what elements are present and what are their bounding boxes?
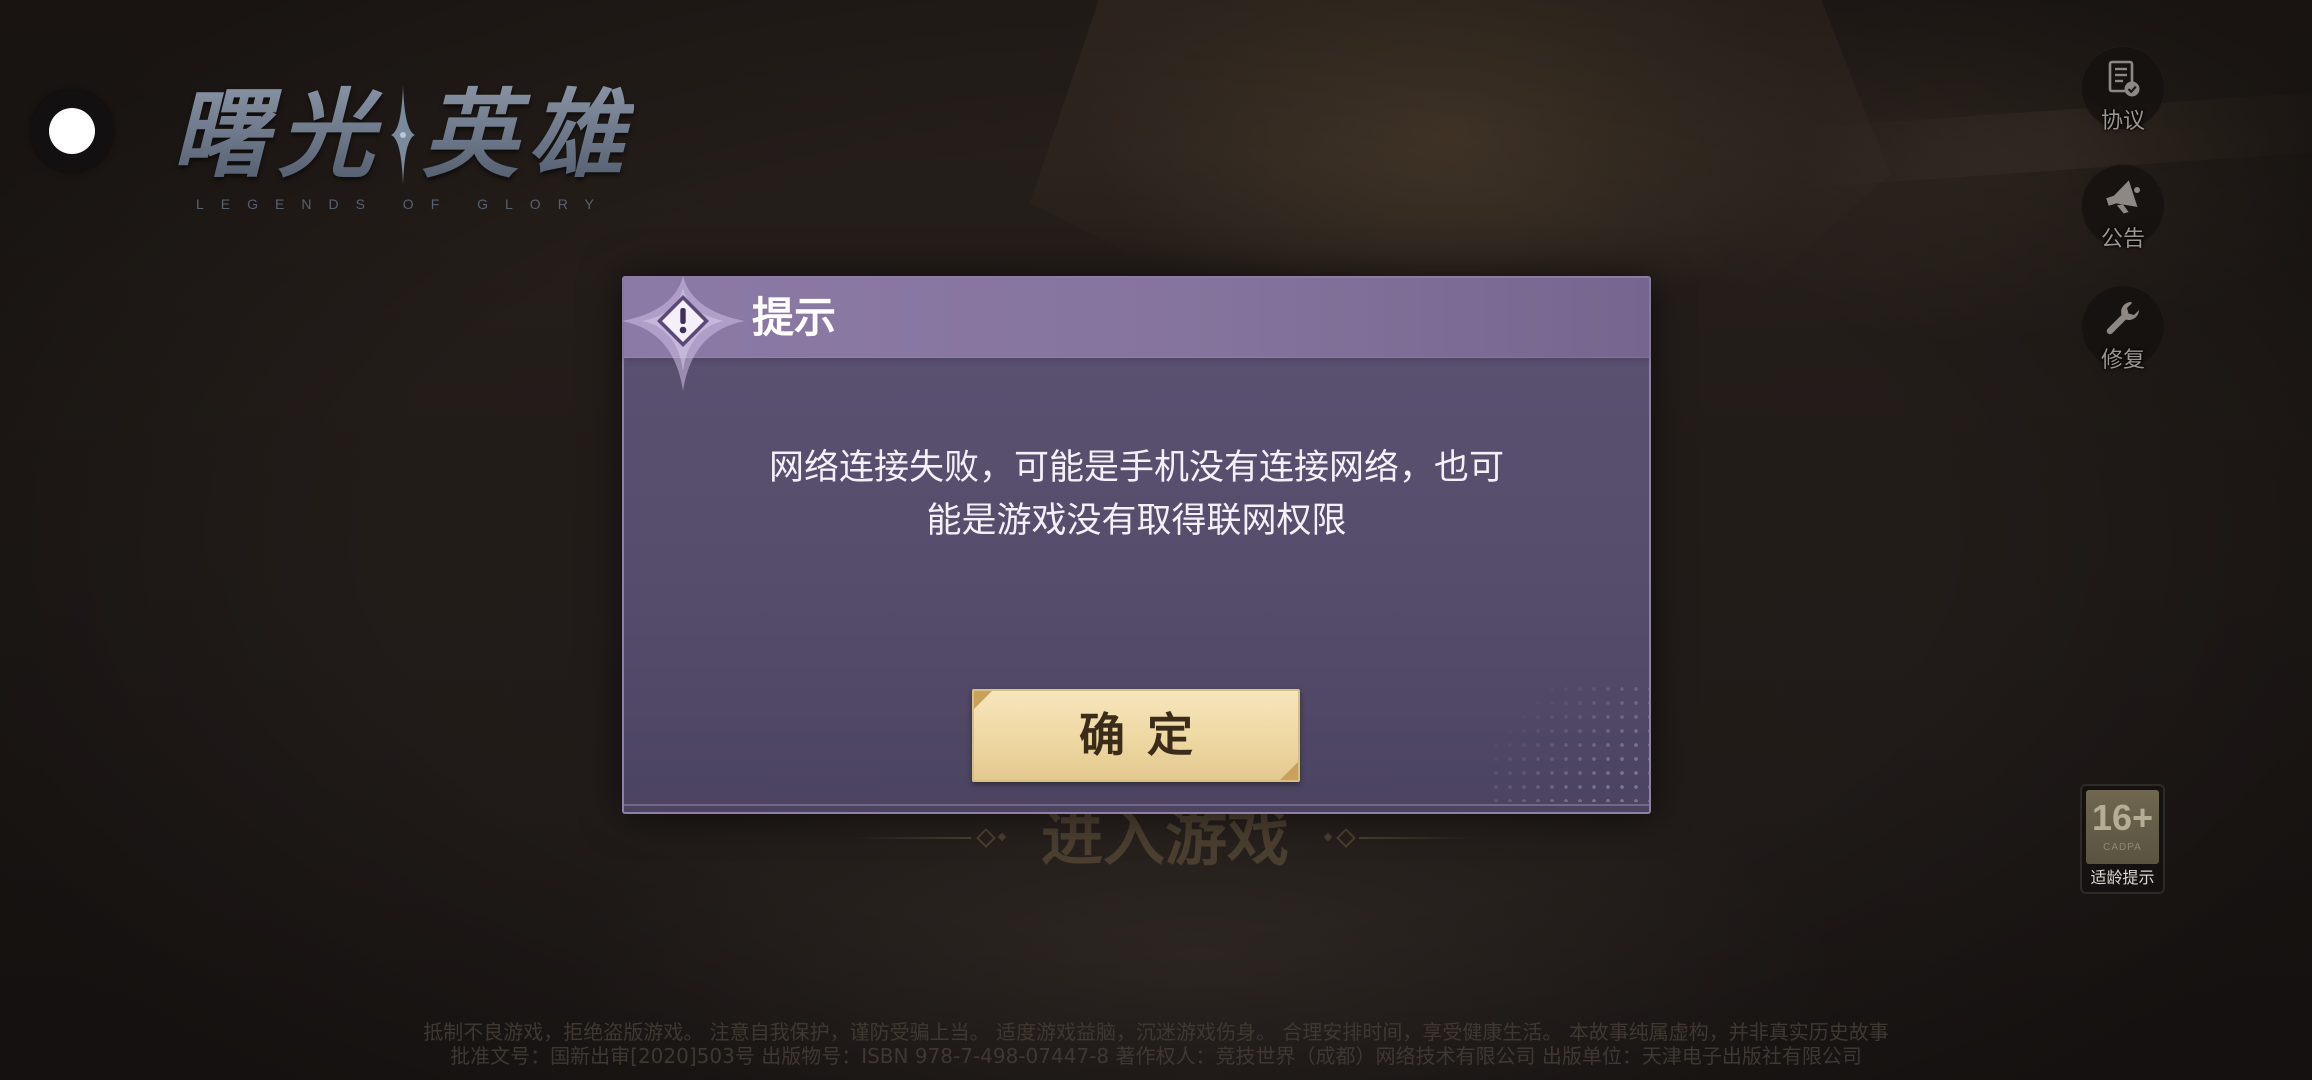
logo-title-right: 英雄 [422,79,634,191]
game-logo: 曙光 英雄 LEGENDS OF GLORY [172,80,672,220]
dialog-dot-pattern [1489,682,1649,802]
dialog-message: 网络连接失败，可能是手机没有连接网络，也可 能是游戏没有取得联网权限 [624,442,1649,548]
age-rating-box: 16+ CADPA [2086,790,2159,864]
side-item-announcement[interactable]: 公告 [2081,164,2165,256]
logo-subtitle: LEGENDS OF GLORY [196,196,611,212]
publication-info-line: 批准文号：国新出审[2020]503号 出版物号：ISBN 978-7-498-… [450,1044,1862,1068]
enter-game-button[interactable]: 进入游戏 [855,805,1475,871]
confirm-button[interactable]: 确定 [972,689,1300,782]
logo-title: 曙光 英雄 [172,80,672,190]
megaphone-icon [2106,180,2140,214]
side-item-label: 协议 [2100,109,2145,134]
legal-notice-line: 抵制不良游戏，拒绝盗版游戏。 注意自我保护，谨防受骗上当。 适度游戏益脑，沉迷游… [423,1020,1889,1044]
side-item-repair[interactable]: 修复 [2081,285,2165,377]
side-item-agreement[interactable]: 协议 [2081,46,2165,138]
floating-assist-button[interactable] [31,90,113,172]
age-rating-number: 16+ [2091,797,2154,838]
age-rating-label: 适龄提示 [2090,868,2155,887]
game-login-screen: 曙光 英雄 LEGENDS OF GLORY 协议 公告 修复 16+ CADP… [0,0,2312,1080]
floating-dot-icon [49,108,95,154]
dialog-title: 提示 [752,293,837,342]
agreement-icon [2108,60,2140,97]
confirm-button-label: 确定 [1079,708,1215,762]
dialog-message-line: 网络连接失败，可能是手机没有连接网络，也可 [768,448,1504,488]
network-error-dialog: 提示 网络连接失败，可能是手机没有连接网络，也可 能是游戏没有取得联网权限 确定 [622,276,1651,814]
wrench-icon [2106,302,2139,335]
age-rating-badge[interactable]: 16+ CADPA 适龄提示 [2080,784,2165,894]
age-rating-org: CADPA [2103,842,2142,853]
ornament-line-right [1359,837,1475,839]
warning-icon [622,276,745,391]
side-item-label: 修复 [2100,348,2145,373]
logo-title-left: 曙光 [172,79,384,191]
sparkle-icon [391,85,415,185]
dialog-bottom-trim [624,804,1649,806]
legal-footer: 抵制不良游戏，拒绝盗版游戏。 注意自我保护，谨防受骗上当。 适度游戏益脑，沉迷游… [0,1020,2312,1068]
side-item-label: 公告 [2100,227,2145,252]
dialog-message-line: 能是游戏没有取得联网权限 [926,501,1347,541]
